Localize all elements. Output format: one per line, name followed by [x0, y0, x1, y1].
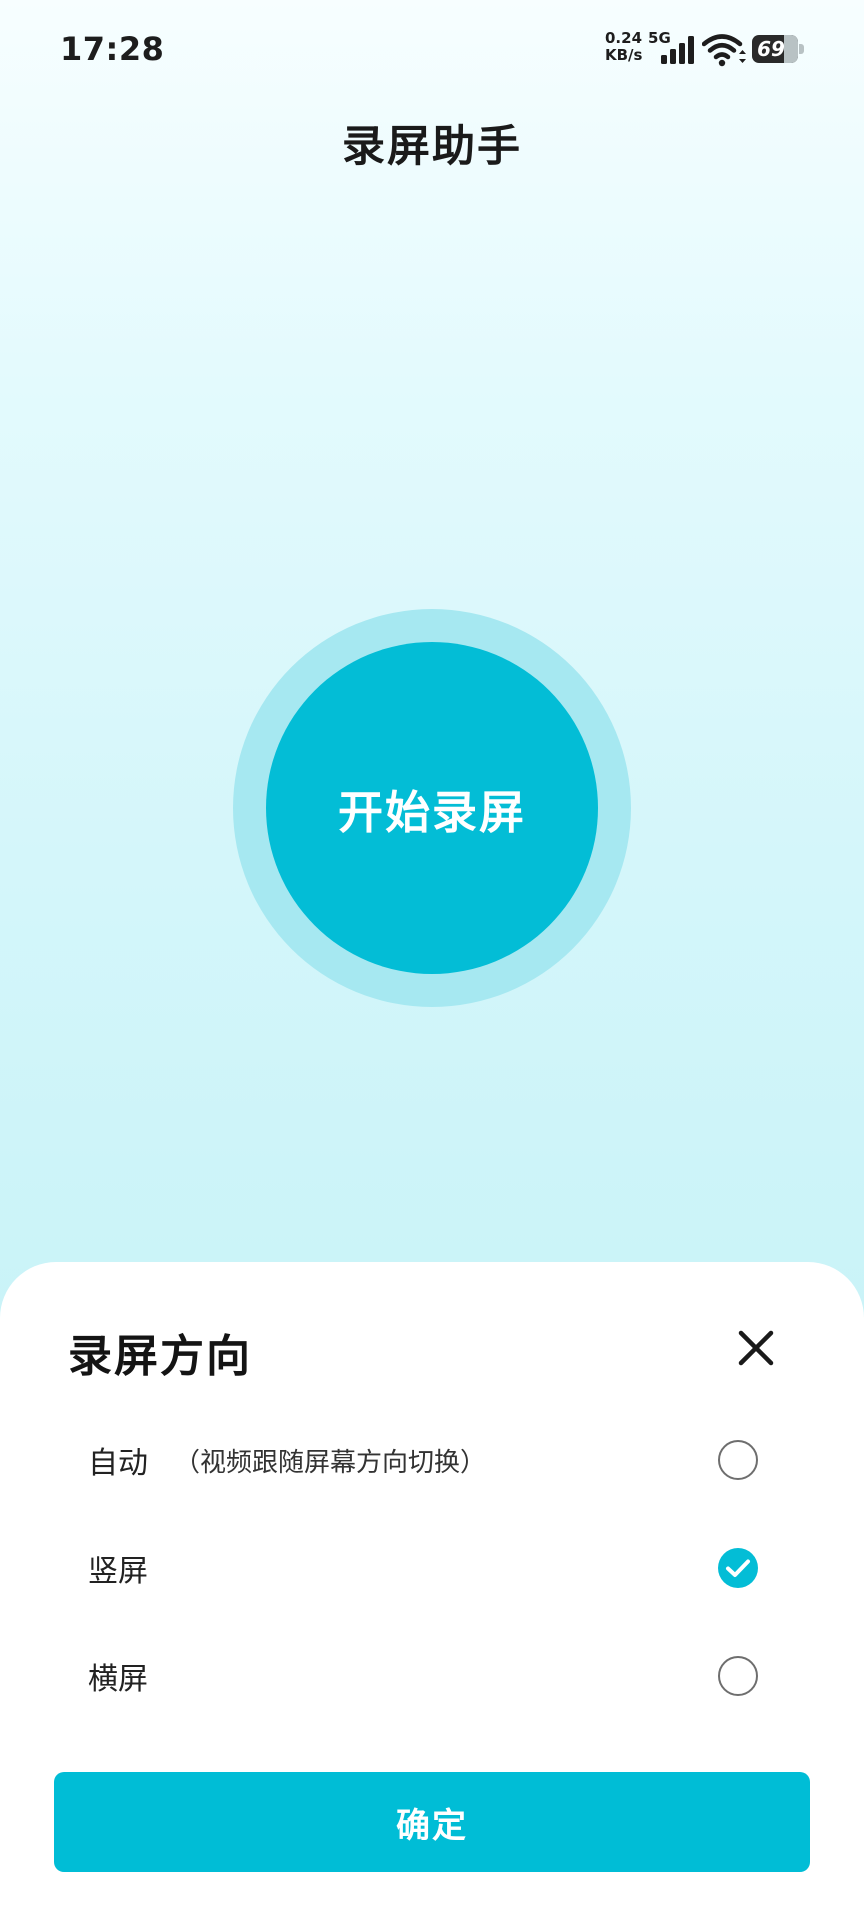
battery-indicator: 69: [752, 35, 804, 63]
confirm-button[interactable]: 确定: [54, 1772, 810, 1872]
network-speed-value: 0.24: [605, 29, 643, 47]
radio-auto[interactable]: [718, 1440, 758, 1480]
signal-icon: [661, 36, 694, 64]
status-bar: 17:28 0.24 5G KB/s 69: [0, 0, 864, 100]
option-hint: （视频跟随屏幕方向切换）: [174, 1447, 487, 1478]
option-label: 横屏: [88, 1662, 148, 1697]
orientation-bottom-sheet: 录屏方向 自动 （视频跟随屏幕方向切换） 竖屏 横屏 确定: [0, 1262, 864, 1920]
option-label: 竖屏: [88, 1554, 148, 1589]
option-landscape[interactable]: 横屏: [68, 1636, 758, 1716]
close-icon[interactable]: [730, 1322, 782, 1374]
option-auto[interactable]: 自动 （视频跟随屏幕方向切换）: [68, 1420, 758, 1500]
start-recording-button[interactable]: 开始录屏: [266, 642, 598, 974]
battery-level: 69: [757, 37, 785, 61]
option-label: 自动: [88, 1446, 148, 1481]
sheet-title: 录屏方向: [68, 1331, 252, 1382]
status-time: 17:28: [60, 30, 165, 68]
radio-landscape[interactable]: [718, 1656, 758, 1696]
page-title: 录屏助手: [342, 122, 522, 172]
option-portrait[interactable]: 竖屏: [68, 1528, 758, 1608]
wifi-icon: [702, 34, 746, 67]
radio-portrait[interactable]: [718, 1548, 758, 1588]
check-icon: [726, 1559, 750, 1577]
